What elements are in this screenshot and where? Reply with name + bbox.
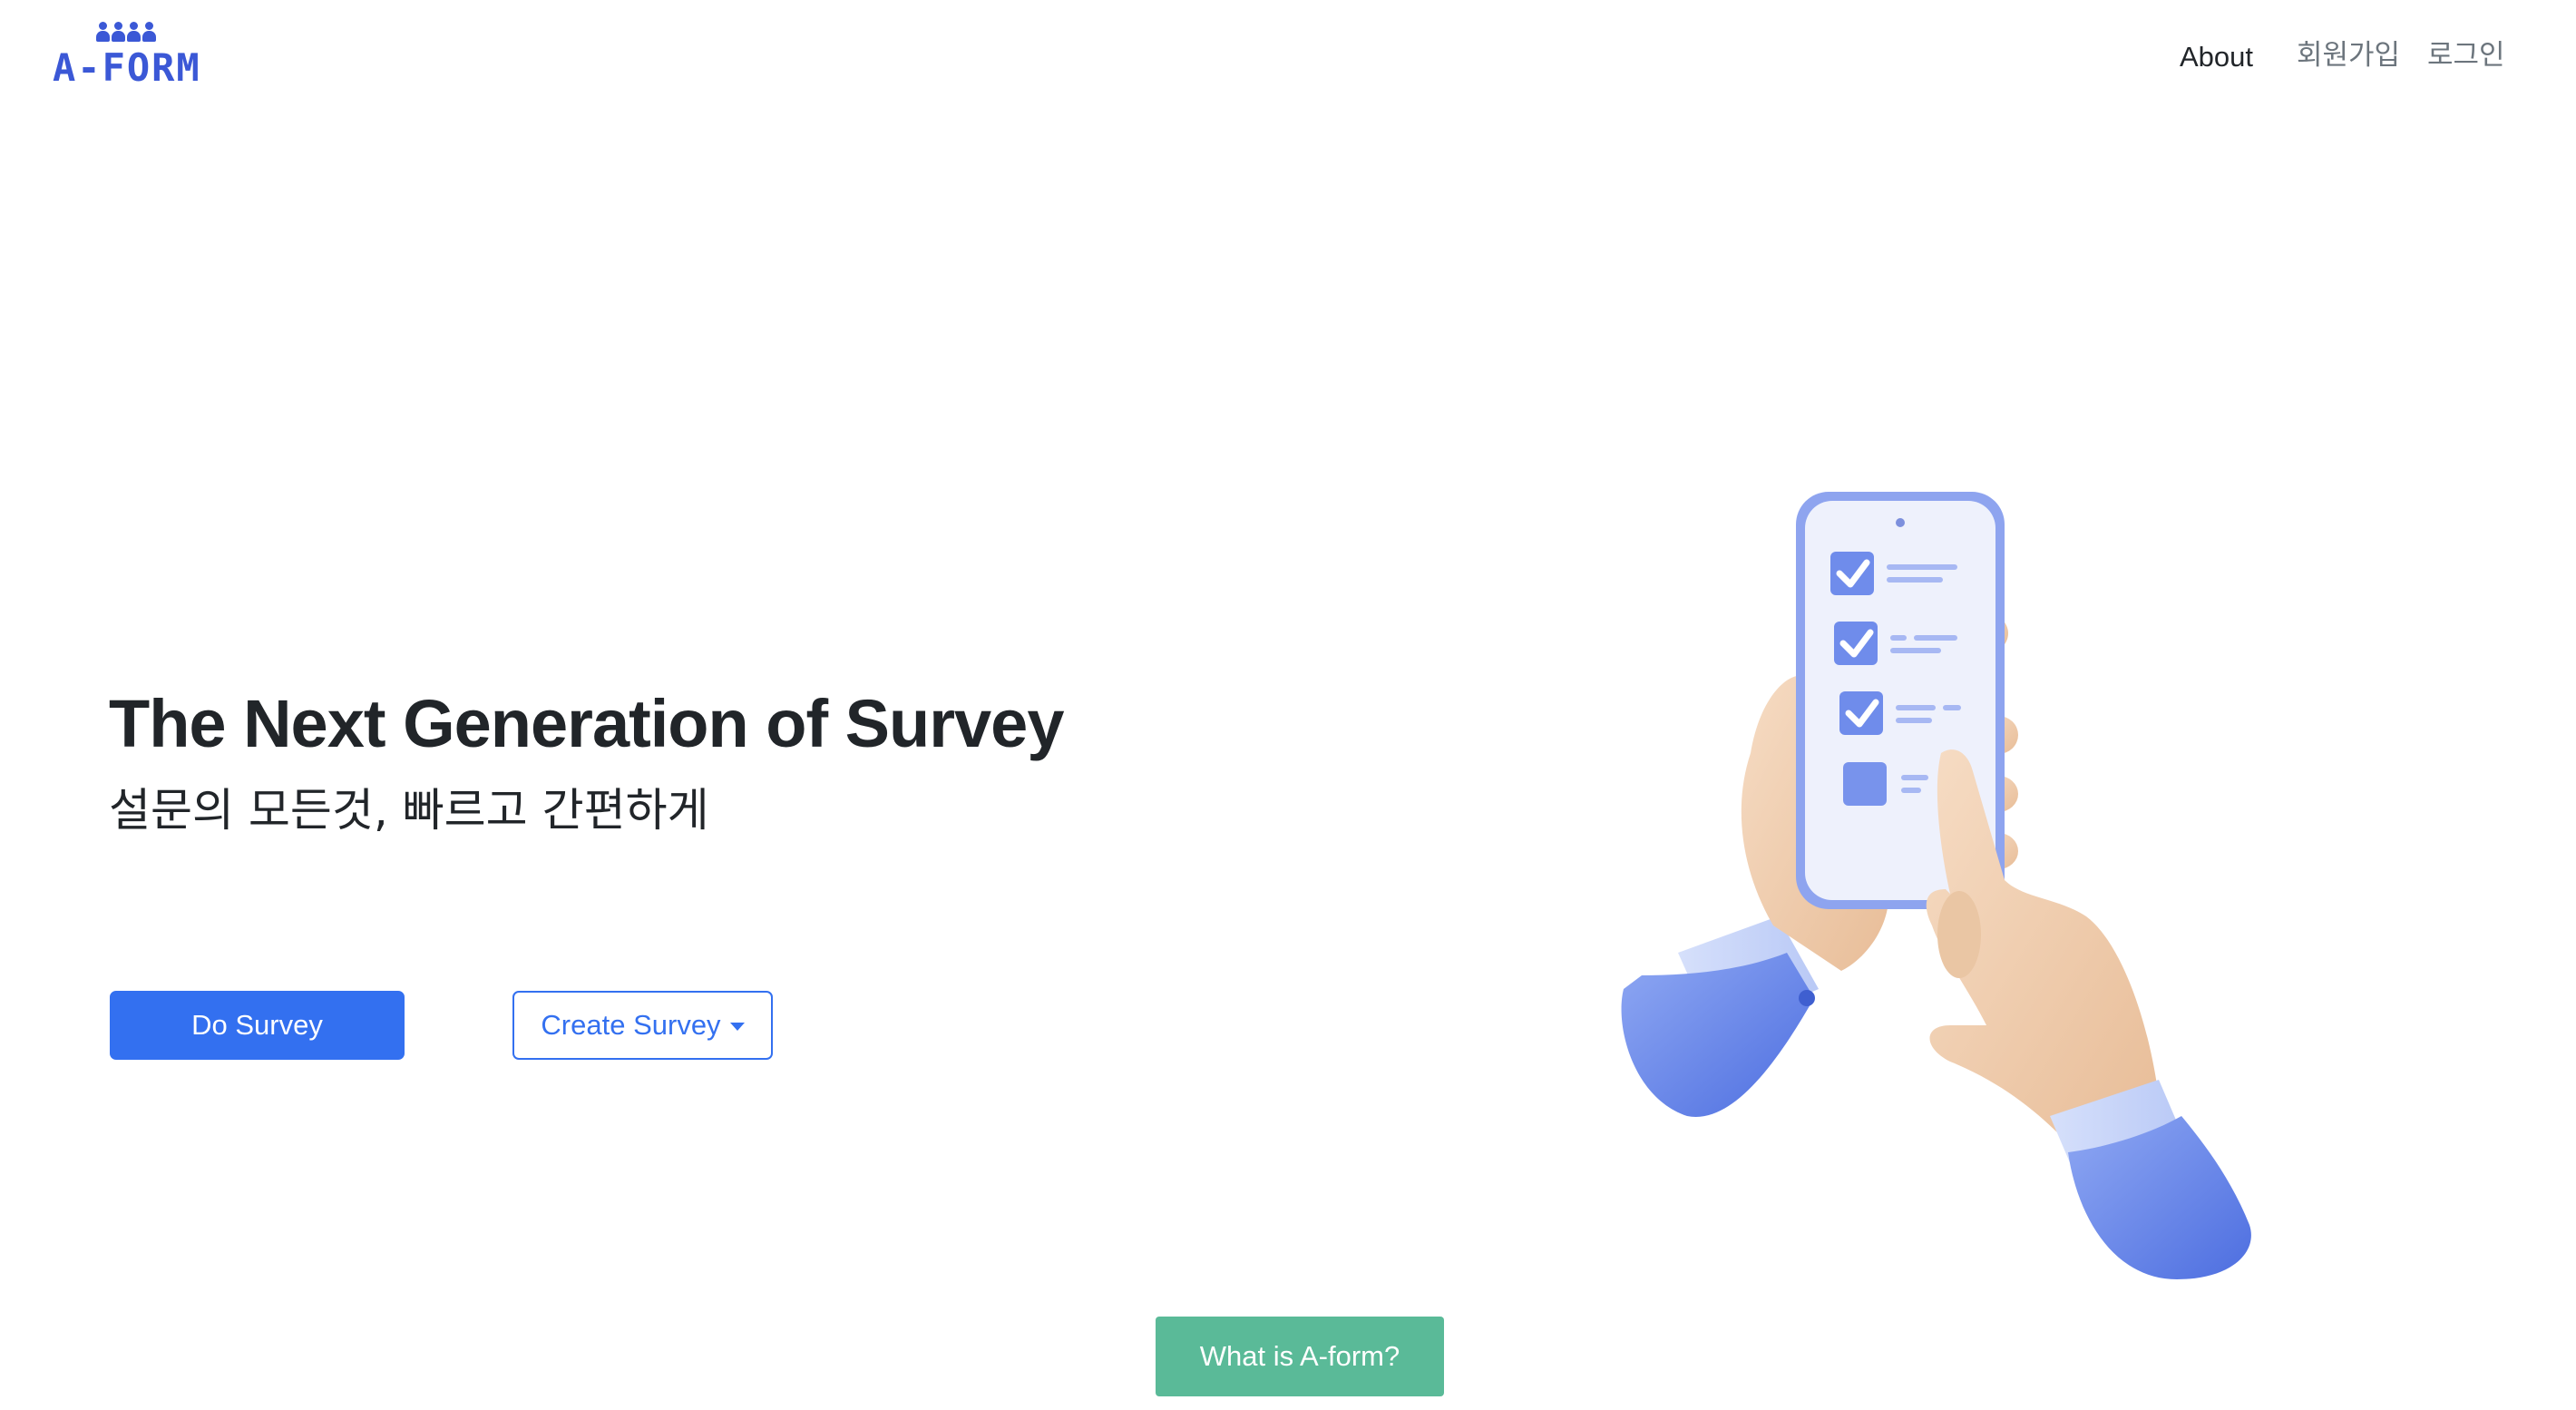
- what-is-aform-button[interactable]: What is A-form?: [1156, 1317, 1444, 1396]
- nav-signup-link[interactable]: 회원가입: [2297, 34, 2400, 76]
- create-survey-label: Create Survey: [541, 1009, 721, 1041]
- phone-checklist-hands-illustration: [1621, 492, 2251, 1279]
- create-survey-dropdown-button[interactable]: Create Survey: [512, 991, 773, 1060]
- do-survey-button[interactable]: Do Survey: [110, 991, 405, 1060]
- what-is-aform-label: What is A-form?: [1199, 1340, 1400, 1372]
- do-survey-label: Do Survey: [191, 1009, 323, 1041]
- people-group-icon: [96, 20, 156, 44]
- hero-subtitle: 설문의 모든것, 빠르고 간편하게: [109, 784, 709, 837]
- caret-down-icon: [729, 1022, 745, 1031]
- hero-title: The Next Generation of Survey: [109, 686, 1064, 761]
- nav-about-link[interactable]: About: [2180, 36, 2253, 78]
- logo-text: A-FORM: [53, 45, 201, 90]
- logo[interactable]: A-FORM: [53, 20, 207, 91]
- nav-login-link[interactable]: 로그인: [2427, 34, 2505, 76]
